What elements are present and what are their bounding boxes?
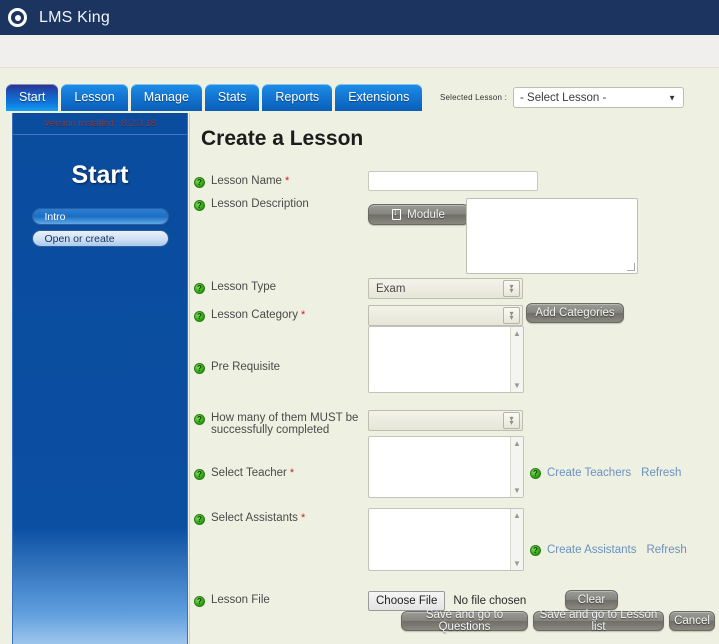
label-text: Pre Requisite bbox=[211, 361, 281, 373]
lesson-name-label: Lesson Name * bbox=[194, 175, 289, 188]
chevron-double-down-icon: ▾ ▾ bbox=[503, 280, 520, 297]
lesson-type-dropdown[interactable]: Exam ▾ ▾ bbox=[368, 278, 523, 299]
lesson-category-label: Lesson Category * bbox=[194, 309, 305, 322]
pre-requisite-listbox[interactable]: ▲ ▼ bbox=[368, 326, 524, 393]
label-text: Lesson Name bbox=[211, 175, 282, 187]
help-icon[interactable] bbox=[194, 311, 205, 322]
help-icon[interactable] bbox=[194, 283, 205, 294]
record-circle-icon bbox=[8, 8, 27, 27]
lesson-name-input[interactable] bbox=[368, 171, 538, 191]
tab-stats[interactable]: Stats bbox=[204, 84, 260, 111]
app-title: LMS King bbox=[39, 8, 110, 26]
save-and-go-to-lesson-list-button[interactable]: Save and go to Lesson list bbox=[533, 609, 664, 633]
module-button[interactable]: Module bbox=[368, 204, 469, 225]
sidebar-item-open-or-create[interactable]: Open or create bbox=[31, 230, 169, 247]
tab-lesson[interactable]: Lesson bbox=[61, 84, 128, 111]
help-icon[interactable] bbox=[194, 469, 205, 480]
tab-extensions[interactable]: Extensions bbox=[335, 84, 423, 111]
label-text: Lesson File bbox=[211, 594, 270, 606]
scrollbar[interactable]: ▲ ▼ bbox=[510, 437, 523, 497]
help-icon[interactable] bbox=[194, 514, 205, 525]
version-label: Version Installed : 8.2.3.18 bbox=[13, 113, 187, 135]
refresh-assistants-link[interactable]: Refresh bbox=[646, 544, 686, 556]
scroll-up-icon[interactable]: ▲ bbox=[513, 329, 521, 338]
module-button-label: Module bbox=[407, 208, 445, 221]
tab-start[interactable]: Start bbox=[6, 84, 59, 111]
sidebar-item-intro[interactable]: Intro bbox=[31, 208, 169, 225]
scroll-up-icon[interactable]: ▲ bbox=[513, 511, 521, 520]
chevron-double-down-icon: ▾ ▾ bbox=[503, 307, 520, 324]
select-assistants-listbox[interactable]: ▲ ▼ bbox=[368, 508, 524, 571]
main-tabs: Start Lesson Manage Stats Reports Extens… bbox=[6, 84, 425, 111]
scroll-down-icon[interactable]: ▼ bbox=[513, 381, 521, 390]
clear-button[interactable]: Clear bbox=[565, 590, 618, 610]
header-separator-band bbox=[0, 35, 719, 68]
create-assistants-link[interactable]: Create Assistants bbox=[547, 544, 636, 556]
file-status-text: No file chosen bbox=[453, 595, 527, 607]
refresh-teachers-link[interactable]: Refresh bbox=[641, 467, 681, 479]
help-icon[interactable] bbox=[194, 200, 205, 211]
help-icon[interactable] bbox=[530, 468, 541, 479]
scroll-down-icon[interactable]: ▼ bbox=[513, 486, 521, 495]
help-icon[interactable] bbox=[194, 177, 205, 188]
selected-lesson-label: Selected Lesson : bbox=[440, 93, 507, 102]
must-complete-label: How many of them MUST be successfully co… bbox=[194, 412, 359, 436]
lesson-type-label: Lesson Type bbox=[194, 281, 276, 294]
tab-reports[interactable]: Reports bbox=[262, 84, 333, 111]
scrollbar[interactable]: ▲ ▼ bbox=[510, 327, 523, 392]
label-text: How many of them MUST be successfully co… bbox=[211, 412, 359, 436]
page-title: Create a Lesson bbox=[201, 127, 364, 150]
required-marker: * bbox=[300, 309, 306, 321]
required-marker: * bbox=[284, 175, 290, 187]
label-text: Lesson Description bbox=[211, 198, 309, 210]
label-text: Select Teacher bbox=[211, 467, 287, 479]
help-icon[interactable] bbox=[194, 414, 205, 425]
lesson-description-textarea[interactable] bbox=[466, 198, 638, 274]
add-categories-button[interactable]: Add Categories bbox=[526, 303, 624, 323]
label-text: Lesson Type bbox=[211, 281, 277, 293]
choose-file-button[interactable]: Choose File bbox=[368, 591, 446, 611]
help-icon[interactable] bbox=[530, 545, 541, 556]
scroll-down-icon[interactable]: ▼ bbox=[513, 559, 521, 568]
selected-lesson-dropdown[interactable]: - Select Lesson - ▼ bbox=[513, 87, 684, 108]
main-content: Create a Lesson Lesson Name * Lesson Des… bbox=[189, 113, 719, 644]
select-teacher-listbox[interactable]: ▲ ▼ bbox=[368, 436, 524, 498]
create-teachers-link[interactable]: Create Teachers bbox=[547, 467, 631, 479]
lesson-file-label: Lesson File bbox=[194, 594, 270, 607]
chevron-down-icon: ▼ bbox=[668, 93, 676, 102]
lesson-type-value: Exam bbox=[376, 282, 406, 295]
chevron-double-down-icon: ▾ ▾ bbox=[503, 412, 520, 429]
lesson-category-dropdown[interactable]: ▾ ▾ bbox=[368, 305, 523, 326]
selected-lesson-value: - Select Lesson - bbox=[520, 91, 607, 104]
label-text: Lesson Category bbox=[211, 309, 298, 321]
document-download-icon bbox=[392, 207, 402, 220]
label-text: Select Assistants bbox=[211, 512, 298, 524]
must-complete-dropdown[interactable]: ▾ ▾ bbox=[368, 410, 523, 431]
help-icon[interactable] bbox=[194, 363, 205, 374]
cancel-button[interactable]: Cancel bbox=[669, 611, 715, 631]
select-teacher-label: Select Teacher * bbox=[194, 467, 294, 480]
tab-manage[interactable]: Manage bbox=[130, 84, 202, 111]
help-icon[interactable] bbox=[194, 596, 205, 607]
pre-requisite-label: Pre Requisite bbox=[194, 361, 280, 374]
scrollbar[interactable]: ▲ ▼ bbox=[510, 509, 523, 570]
left-sidebar: Version Installed : 8.2.3.18 Start Intro… bbox=[12, 113, 188, 644]
sidebar-title: Start bbox=[71, 161, 129, 189]
select-assistants-label: Select Assistants * bbox=[194, 512, 305, 525]
selected-lesson-group: Selected Lesson : - Select Lesson - ▼ bbox=[440, 87, 684, 108]
save-and-go-to-questions-button[interactable]: Save and go to Questions bbox=[401, 609, 528, 633]
app-header: LMS King bbox=[0, 0, 719, 35]
required-marker: * bbox=[300, 512, 306, 524]
scroll-up-icon[interactable]: ▲ bbox=[513, 439, 521, 448]
required-marker: * bbox=[289, 467, 295, 479]
lesson-description-label: Lesson Description bbox=[194, 198, 309, 211]
